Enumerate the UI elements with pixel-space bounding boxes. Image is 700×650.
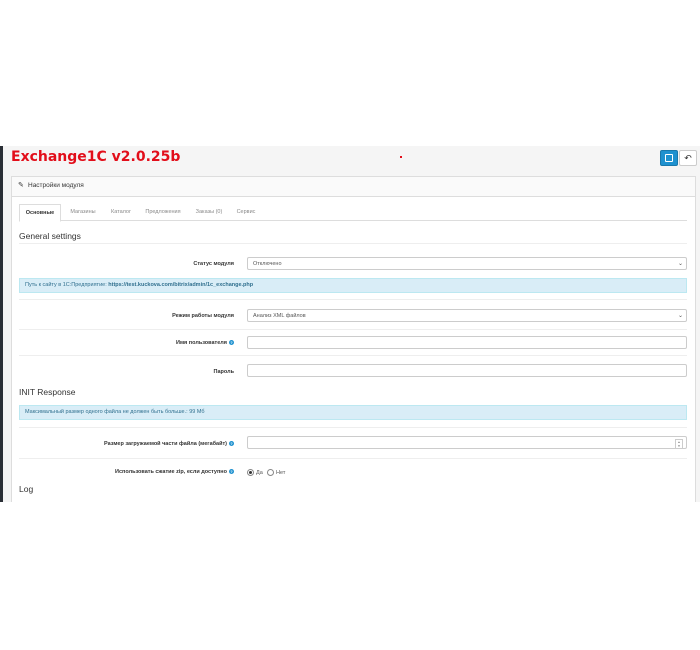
zip-radio-group: Да Нет: [247, 469, 327, 479]
username-label: Имя пользователя?: [176, 340, 234, 346]
path-info-url: https://test.kuckova.com/bitrix/admin/1c…: [108, 282, 254, 288]
chunk-size-label-text: Размер загружаемой части файла (мегабайт…: [104, 441, 227, 447]
divider: [19, 355, 687, 356]
pencil-icon: ✎: [18, 182, 24, 189]
back-button[interactable]: ↶: [679, 150, 697, 166]
tab-service[interactable]: Сервис: [233, 204, 259, 220]
tab-stores[interactable]: Магазины: [65, 204, 101, 220]
admin-screen: Exchange1C v2.0.25b ↶ ✎ Настройки модуля…: [0, 146, 700, 502]
zip-label: Использовать сжатие zip, если доступно?: [115, 469, 234, 475]
status-label: Статус модуля: [193, 261, 234, 267]
tabs-bar: Основные Магазины Каталог Предложения За…: [19, 204, 687, 222]
mode-select[interactable]: Анализ XML файлов ⌄: [247, 309, 687, 322]
chevron-down-icon: ⌄: [677, 261, 683, 267]
radio-unchecked-icon: [267, 469, 274, 476]
chevron-down-icon: ⌄: [677, 313, 683, 319]
section-log-title: Log: [19, 484, 34, 494]
help-icon[interactable]: ?: [229, 441, 234, 447]
panel-heading-label: Настройки модуля: [28, 182, 84, 189]
mode-select-value: Анализ XML файлов: [253, 313, 306, 319]
path-info-alert: Путь к сайту в 1С:Предприятие: https://t…: [19, 278, 687, 293]
chunk-size-input[interactable]: ▲ ▼: [247, 436, 687, 449]
section-general-title: General settings: [19, 231, 81, 241]
zip-radio-no[interactable]: Нет: [267, 469, 285, 476]
settings-panel: ✎ Настройки модуля Основные Магазины Кат…: [11, 176, 696, 502]
status-select-value: Отключено: [253, 261, 282, 267]
panel-heading: ✎ Настройки модуля: [12, 177, 695, 197]
zip-label-text: Использовать сжатие zip, если доступно: [115, 469, 227, 475]
path-info-prefix: Путь к сайту в 1С:Предприятие:: [25, 282, 107, 288]
chunk-size-label: Размер загружаемой части файла (мегабайт…: [104, 441, 234, 447]
username-label-text: Имя пользователя: [176, 340, 227, 346]
max-size-info-alert: Максимальный размер одного файла не долж…: [19, 405, 687, 420]
divider: [19, 243, 687, 244]
status-select[interactable]: Отключено ⌄: [247, 257, 687, 270]
help-icon[interactable]: ?: [229, 340, 234, 346]
mode-label: Режим работы модуля: [172, 313, 234, 319]
radio-checked-icon: [247, 469, 254, 476]
tab-main[interactable]: Основные: [19, 204, 61, 222]
decorative-dot: [400, 156, 402, 158]
save-icon: [665, 154, 673, 162]
reply-icon: ↶: [684, 153, 692, 163]
divider: [19, 458, 687, 459]
divider: [19, 427, 687, 428]
save-button[interactable]: [660, 150, 678, 166]
password-input[interactable]: [247, 364, 687, 377]
page-title: Exchange1C v2.0.25b: [11, 149, 181, 165]
zip-no-label: Нет: [276, 469, 286, 476]
tab-catalog[interactable]: Каталог: [107, 204, 135, 220]
tab-orders[interactable]: Заказы (0): [191, 204, 227, 220]
help-icon[interactable]: ?: [229, 469, 234, 475]
zip-radio-yes[interactable]: Да: [247, 469, 263, 476]
divider: [19, 299, 687, 300]
username-input[interactable]: [247, 336, 687, 349]
zip-yes-label: Да: [256, 469, 263, 476]
password-label: Пароль: [213, 369, 234, 375]
tab-offers[interactable]: Предложения: [141, 204, 185, 220]
divider: [19, 329, 687, 330]
number-spinner-icon[interactable]: ▲ ▼: [675, 439, 683, 449]
section-init-title: INIT Response: [19, 387, 76, 397]
admin-left-sidebar-edge: [0, 146, 3, 502]
